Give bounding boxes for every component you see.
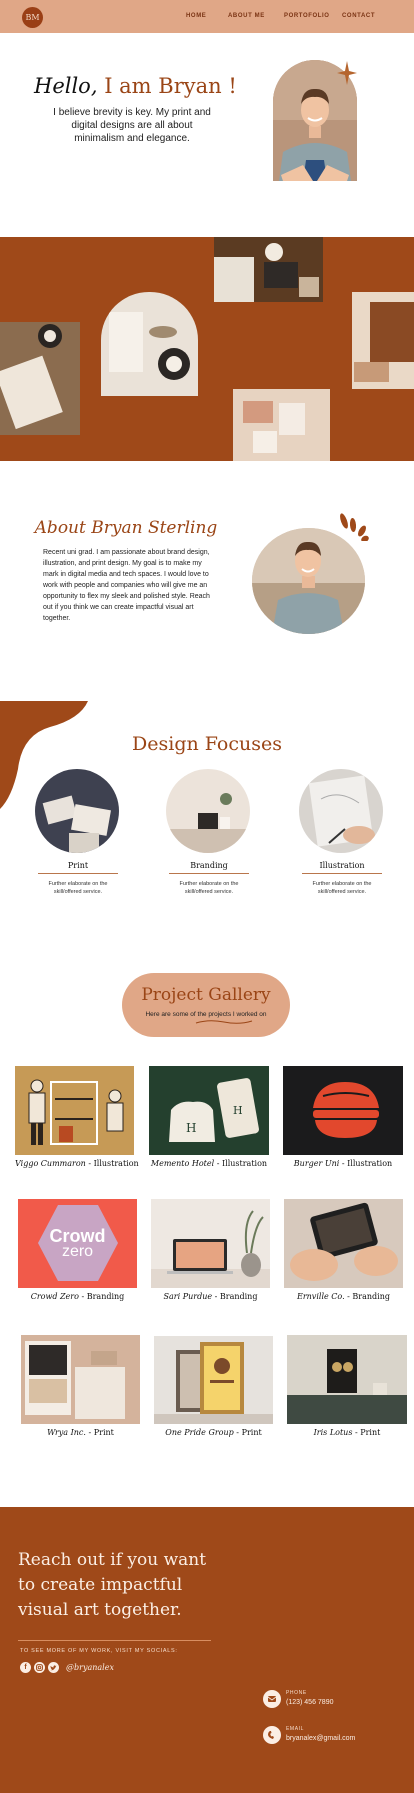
project-thumbnail[interactable] — [154, 1336, 273, 1424]
focus-image-branding — [166, 769, 250, 853]
project-caption: Ernville Co. - Branding — [296, 1292, 390, 1301]
project-thumbnail[interactable]: Crowd zero — [18, 1199, 137, 1288]
socials-label: TO SEE MORE OF MY WORK, VISIT MY SOCIALS… — [20, 1648, 178, 1654]
project-caption: Sari Purdue - Branding — [163, 1292, 258, 1301]
project-caption: Iris Lotus - Print — [313, 1428, 381, 1437]
hero-title: Hello, I am Bryan ! — [34, 74, 237, 98]
project-thumbnail[interactable] — [284, 1199, 403, 1288]
hero-greeting: Hello, — [34, 74, 98, 98]
about-portrait-photo — [252, 528, 365, 634]
design-focuses-title: Design Focuses — [132, 733, 282, 755]
focus-image-illustration — [299, 769, 383, 853]
project-caption: Viggo Cummaron - Illustration — [15, 1159, 139, 1168]
hero-name: I am Bryan ! — [104, 74, 237, 98]
focus-label: Print — [67, 861, 89, 870]
focus-divider — [38, 873, 118, 874]
focus-card-illustration: Illustration Further elaborate on the sk… — [299, 769, 385, 896]
focus-card-branding: Branding Further elaborate on the skill/… — [166, 769, 252, 896]
focus-description: Further elaborate on the skill/offered s… — [312, 881, 372, 895]
nav-home[interactable]: HOME — [186, 13, 206, 19]
portfolio-showcase-band — [0, 237, 414, 461]
decorative-petals-icon — [340, 513, 369, 541]
twitter-icon[interactable] — [48, 1662, 59, 1673]
project-thumbnail[interactable] — [151, 1199, 270, 1288]
email-label: EMAIL — [286, 1726, 305, 1732]
focus-label: Illustration — [319, 861, 365, 870]
project-caption: Burger Uni - Illustration — [293, 1159, 393, 1168]
project-thumbnail[interactable] — [287, 1335, 407, 1424]
nav-about-me[interactable]: ABOUT ME — [228, 13, 265, 19]
facebook-icon[interactable]: f — [20, 1662, 31, 1673]
phone-label: PHONE — [286, 1690, 307, 1696]
focus-image-print — [35, 769, 119, 853]
about-bio: Recent uni grad. I am passionate about b… — [43, 549, 210, 622]
showcase-photo — [233, 389, 330, 461]
focus-divider — [302, 873, 382, 874]
footer-headline: Reach out if you want to create impactfu… — [18, 1550, 207, 1620]
gallery-subtitle: Here are some of the projects I worked o… — [145, 1011, 267, 1018]
hero-subtitle: I believe brevity is key. My print and d… — [53, 107, 211, 144]
focus-description: Further elaborate on the skill/offered s… — [48, 881, 108, 895]
svg-text:H: H — [186, 1121, 196, 1135]
project-thumbnail[interactable] — [21, 1335, 140, 1424]
project-caption: Crowd Zero - Branding — [30, 1292, 125, 1301]
showcase-photo — [101, 292, 198, 396]
svg-text:H: H — [233, 1104, 243, 1117]
gallery-title: Project Gallery — [141, 985, 271, 1005]
project-thumbnail[interactable] — [15, 1066, 134, 1155]
nav-portfolio[interactable]: PORTOFOLIO — [284, 13, 330, 19]
footer-divider — [18, 1640, 211, 1641]
project-caption: Memento Hotel - Illustration — [150, 1159, 268, 1168]
focus-label: Branding — [190, 861, 228, 870]
nav-contact[interactable]: CONTACT — [342, 13, 375, 19]
showcase-photo — [352, 292, 414, 389]
logo[interactable]: BM — [22, 7, 43, 28]
about-title: About Bryan Sterling — [34, 518, 218, 538]
project-thumbnail[interactable]: H H — [149, 1066, 269, 1155]
email-icon — [263, 1726, 281, 1744]
phone-value[interactable]: (123) 456 7890 — [286, 1699, 333, 1706]
decorative-squiggle — [195, 1020, 253, 1024]
top-nav-bar: BM HOME ABOUT ME PORTOFOLIO CONTACT — [0, 0, 414, 33]
focus-divider — [169, 873, 249, 874]
showcase-photo — [0, 322, 80, 435]
project-thumbnail[interactable] — [283, 1066, 403, 1155]
focus-description: Further elaborate on the skill/offered s… — [179, 881, 239, 895]
project-caption: Wrya Inc. - Print — [47, 1428, 114, 1437]
email-value[interactable]: bryanalex@gmail.com — [286, 1735, 355, 1742]
sparkle-icon — [337, 61, 357, 85]
phone-icon — [263, 1690, 281, 1708]
focus-card-print: Print Further elaborate on the skill/off… — [35, 769, 121, 896]
instagram-icon[interactable] — [34, 1662, 45, 1673]
social-handle[interactable]: @bryanalex — [66, 1663, 114, 1672]
gallery-title-pill — [122, 973, 290, 1037]
crowd-zero-logo-subtext: zero — [61, 1243, 94, 1260]
showcase-photo — [214, 237, 323, 302]
project-caption: One Pride Group - Print — [165, 1428, 262, 1437]
